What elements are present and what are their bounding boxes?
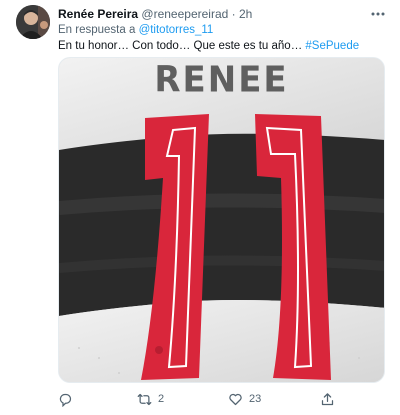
jersey-photo: [59, 58, 384, 382]
tweet-header: Renée Pereira @reneepereirad · 2h: [58, 7, 252, 22]
tweet-text: En tu honor… Con todo… Que este es tu añ…: [58, 39, 359, 54]
retweet-count: 2: [158, 393, 165, 405]
retweet-button[interactable]: 2: [137, 391, 164, 407]
share-button[interactable]: [320, 391, 335, 407]
avatar[interactable]: [16, 5, 50, 39]
more-horizontal-icon: [371, 12, 385, 16]
reply-button[interactable]: [58, 391, 79, 407]
share-icon: [321, 392, 334, 405]
reply-handle-link[interactable]: @titotorres_11: [139, 24, 214, 36]
tweet-actions: 2 23: [58, 391, 358, 407]
tweet: Renée Pereira @reneepereirad · 2h En res…: [0, 0, 400, 415]
like-button[interactable]: 23: [228, 391, 261, 407]
retweet-icon: [137, 393, 152, 405]
reply-prefix: En respuesta a: [58, 24, 136, 36]
reply-icon: [59, 393, 72, 407]
author-display-name[interactable]: Renée Pereira: [58, 7, 138, 21]
tweet-body: En tu honor… Con todo… Que este es tu añ…: [58, 40, 303, 52]
reply-context: En respuesta a @titotorres_11: [58, 23, 213, 38]
more-options-button[interactable]: [368, 6, 388, 22]
tweet-media-image[interactable]: RENEE: [58, 57, 385, 383]
heart-icon: [229, 393, 242, 405]
jersey-name: RENEE: [154, 59, 289, 101]
author-handle[interactable]: @reneepereirad: [141, 7, 228, 21]
hashtag-link[interactable]: #SePuede: [305, 40, 359, 52]
like-count: 23: [249, 393, 262, 405]
tweet-timestamp[interactable]: 2h: [239, 7, 252, 21]
header-separator: ·: [231, 7, 236, 21]
avatar-image: [16, 5, 50, 39]
